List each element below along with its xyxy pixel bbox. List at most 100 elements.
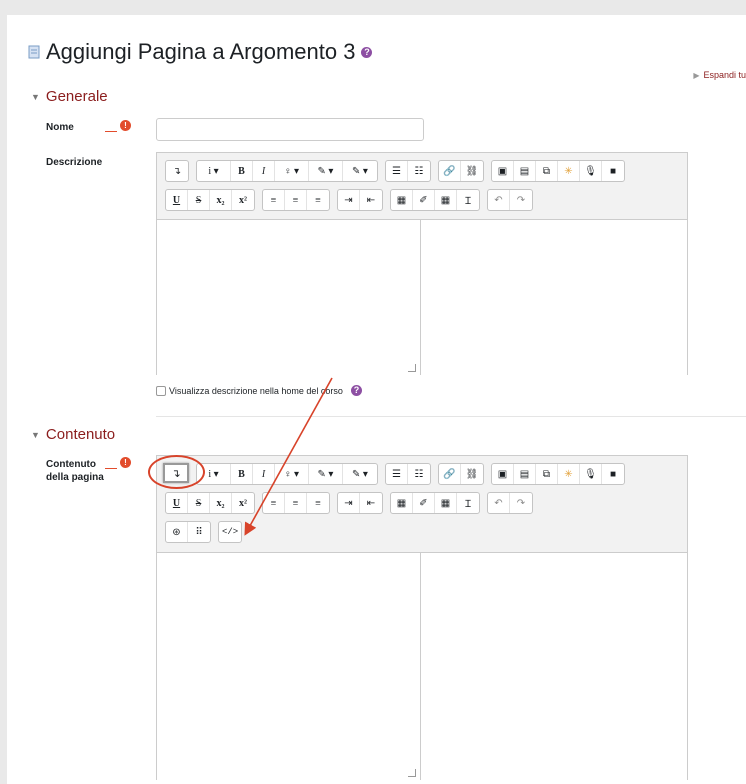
underline-button[interactable]: U bbox=[166, 190, 188, 210]
expand-all-link[interactable]: ▶ Espandi tu bbox=[693, 70, 746, 80]
italic-button[interactable]: I bbox=[253, 464, 275, 484]
media-button[interactable]: ▤ bbox=[514, 464, 536, 484]
h5p-button[interactable]: ✳ bbox=[558, 464, 580, 484]
align-left-button[interactable]: ≡ bbox=[263, 190, 285, 210]
accessibility-checker-button[interactable]: ⊛ bbox=[166, 522, 188, 542]
manage-files-button[interactable]: ⧉ bbox=[536, 161, 558, 181]
link-button[interactable]: 🔗 bbox=[439, 161, 461, 181]
background-color-button[interactable]: ✎ ▾ bbox=[343, 464, 377, 484]
page-content-label-line2: della pagina bbox=[46, 472, 104, 483]
section-general-title: Generale bbox=[45, 88, 108, 105]
toolbar-row-1: i ▾ B I ♀ ▾ ✎ ▾ ✎ ▾ ☰ ☷ 🔗 ⛓ ▣ ▤ ⧉ ✳ 🎙 ■ bbox=[165, 463, 632, 485]
record-audio-button[interactable]: 🎙 bbox=[580, 161, 602, 181]
bold-button[interactable]: B bbox=[231, 161, 253, 181]
unlink-button[interactable]: ⛓ bbox=[461, 161, 483, 181]
record-audio-button[interactable]: 🎙 bbox=[580, 464, 602, 484]
clear-formatting-button[interactable]: Ɪ bbox=[457, 190, 479, 210]
superscript-button[interactable]: x² bbox=[232, 190, 254, 210]
required-icon: ! bbox=[120, 457, 131, 468]
outdent-button[interactable]: ⇤ bbox=[360, 190, 382, 210]
strikethrough-button[interactable]: S bbox=[188, 493, 210, 513]
bulb-dropdown-button[interactable]: ♀ ▾ bbox=[275, 161, 309, 181]
link-button[interactable]: 🔗 bbox=[439, 464, 461, 484]
caret-right-icon: ▶ bbox=[693, 71, 700, 80]
h5p-button[interactable]: ✳ bbox=[558, 161, 580, 181]
redo-button[interactable]: ↷ bbox=[510, 493, 532, 513]
ordered-list-button[interactable]: ☷ bbox=[408, 464, 430, 484]
media-button[interactable]: ▤ bbox=[514, 161, 536, 181]
image-button[interactable]: ▣ bbox=[492, 464, 514, 484]
unordered-list-button[interactable]: ☰ bbox=[386, 464, 408, 484]
superscript-button[interactable]: x² bbox=[232, 493, 254, 513]
collapse-toolbar-button[interactable]: ↴ bbox=[166, 161, 188, 181]
unlink-button[interactable]: ⛓ bbox=[461, 464, 483, 484]
undo-button[interactable]: ↶ bbox=[488, 493, 510, 513]
align-right-button[interactable]: ≡ bbox=[307, 493, 329, 513]
bold-button[interactable]: B bbox=[231, 464, 253, 484]
content-text-area-left[interactable] bbox=[157, 553, 421, 780]
caret-down-icon: ▼ bbox=[31, 429, 40, 440]
clear-formatting-button[interactable]: Ɪ bbox=[457, 493, 479, 513]
bulb-dropdown-button[interactable]: ♀ ▾ bbox=[275, 464, 309, 484]
image-button[interactable]: ▣ bbox=[492, 161, 514, 181]
help-icon[interactable]: ? bbox=[350, 385, 362, 396]
section-general-header[interactable]: ▼ Generale bbox=[31, 88, 108, 105]
table-button[interactable]: ▦ bbox=[435, 493, 457, 513]
align-right-button[interactable]: ≡ bbox=[307, 190, 329, 210]
underline-button[interactable]: U bbox=[166, 493, 188, 513]
align-left-button[interactable]: ≡ bbox=[263, 493, 285, 513]
record-video-button[interactable]: ■ bbox=[602, 464, 624, 484]
required-underline bbox=[105, 131, 117, 132]
indent-button[interactable]: ⇥ bbox=[338, 190, 360, 210]
page-title: Aggiungi Pagina a Argomento 3 bbox=[46, 39, 356, 64]
name-input[interactable] bbox=[156, 118, 424, 141]
show-description-row[interactable]: Visualizza descrizione nella home del co… bbox=[156, 385, 362, 396]
subscript-button[interactable]: x₂ bbox=[210, 190, 232, 210]
toolbar-row-3: ⊛ ⠿ </> bbox=[165, 521, 249, 543]
special-char-button[interactable]: ✐ bbox=[413, 493, 435, 513]
text-color-button[interactable]: ✎ ▾ bbox=[309, 464, 343, 484]
outdent-button[interactable]: ⇤ bbox=[360, 493, 382, 513]
caret-down-icon: ▼ bbox=[31, 91, 40, 102]
required-underline bbox=[105, 468, 117, 469]
toolbar-row-2: U S x₂ x² ≡ ≡ ≡ ⇥ ⇤ ▦ ✐ ▦ Ɪ ↶ ↷ bbox=[165, 492, 540, 514]
table-button[interactable]: ▦ bbox=[435, 190, 457, 210]
unordered-list-button[interactable]: ☰ bbox=[386, 161, 408, 181]
background-color-button[interactable]: ✎ ▾ bbox=[343, 161, 377, 181]
subscript-button[interactable]: x₂ bbox=[210, 493, 232, 513]
screenreader-helper-button[interactable]: ⠿ bbox=[188, 522, 210, 542]
align-center-button[interactable]: ≡ bbox=[285, 190, 307, 210]
redo-button[interactable]: ↷ bbox=[510, 190, 532, 210]
indent-button[interactable]: ⇥ bbox=[338, 493, 360, 513]
resize-handle-icon[interactable] bbox=[408, 364, 416, 372]
manage-files-button[interactable]: ⧉ bbox=[536, 464, 558, 484]
ordered-list-button[interactable]: ☷ bbox=[408, 161, 430, 181]
description-label: Descrizione bbox=[46, 157, 103, 168]
section-content-header[interactable]: ▼ Contenuto bbox=[31, 426, 115, 443]
align-center-button[interactable]: ≡ bbox=[285, 493, 307, 513]
text-color-button[interactable]: ✎ ▾ bbox=[309, 161, 343, 181]
info-dropdown-button[interactable]: i ▾ bbox=[197, 161, 231, 181]
description-editor: ↴ i ▾ B I ♀ ▾ ✎ ▾ ✎ ▾ ☰ ☷ 🔗 ⛓ ▣ ▤ ⧉ ✳ 🎙 … bbox=[156, 152, 688, 375]
italic-button[interactable]: I bbox=[253, 161, 275, 181]
record-video-button[interactable]: ■ bbox=[602, 161, 624, 181]
html-mode-button[interactable]: </> bbox=[219, 522, 241, 542]
page-container: Aggiungi Pagina a Argomento 3 ? ▶ Espandi… bbox=[7, 15, 746, 784]
annotation-circle bbox=[148, 455, 205, 489]
show-description-label: Visualizza descrizione nella home del co… bbox=[169, 385, 343, 396]
expand-all-label: Espandi tu bbox=[703, 70, 746, 80]
toolbar-row-1: ↴ i ▾ B I ♀ ▾ ✎ ▾ ✎ ▾ ☰ ☷ 🔗 ⛓ ▣ ▤ ⧉ ✳ 🎙 … bbox=[165, 160, 632, 182]
help-icon[interactable]: ? bbox=[361, 46, 373, 58]
equation-button[interactable]: ▦ bbox=[391, 190, 413, 210]
description-content-area[interactable] bbox=[157, 219, 687, 375]
show-description-checkbox[interactable] bbox=[156, 385, 166, 396]
page-content-label: Contenuto della pagina bbox=[46, 458, 104, 484]
equation-button[interactable]: ▦ bbox=[391, 493, 413, 513]
special-char-button[interactable]: ✐ bbox=[413, 190, 435, 210]
description-text-area[interactable] bbox=[157, 220, 421, 375]
resize-handle-icon[interactable] bbox=[408, 769, 416, 777]
page-icon bbox=[28, 45, 40, 59]
content-text-area[interactable] bbox=[157, 552, 687, 780]
undo-button[interactable]: ↶ bbox=[488, 190, 510, 210]
strikethrough-button[interactable]: S bbox=[188, 190, 210, 210]
